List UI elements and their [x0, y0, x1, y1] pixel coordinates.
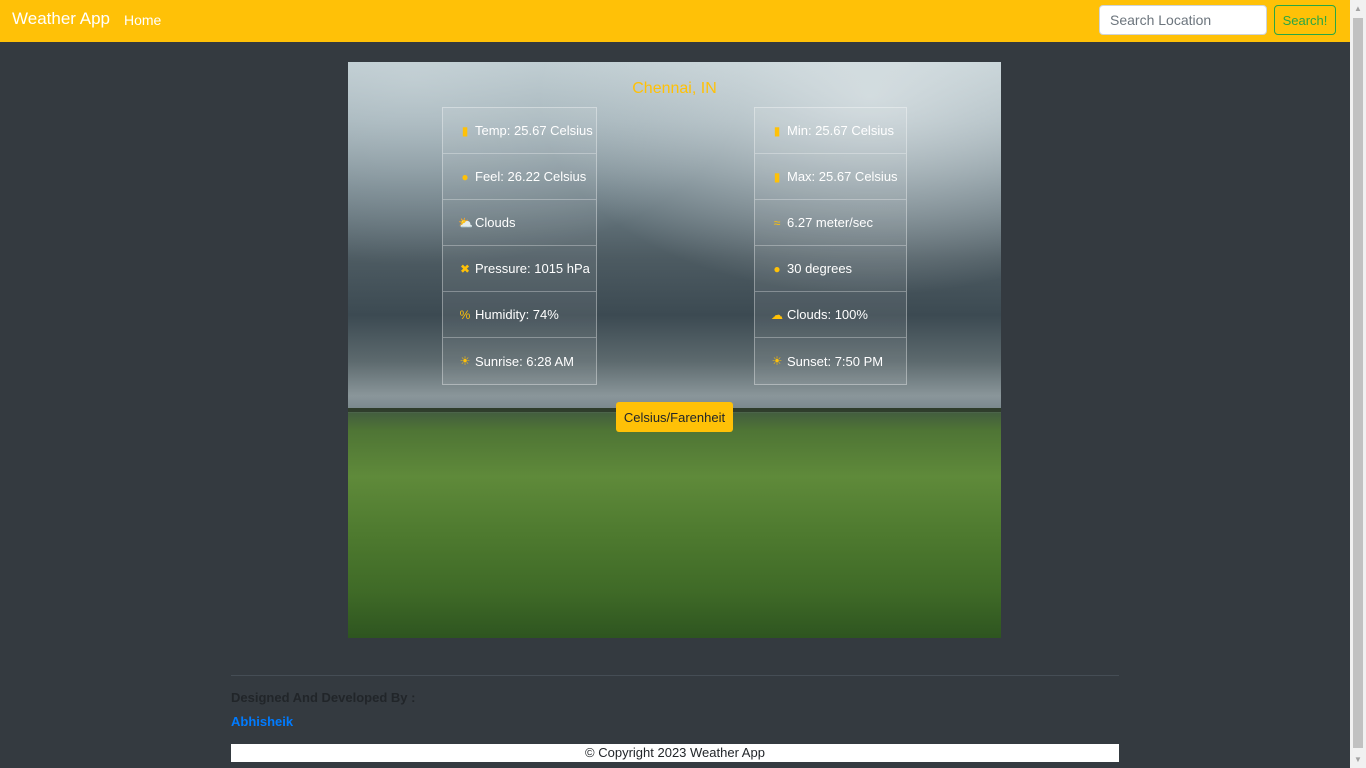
footer-credit: Designed And Developed By : — [231, 690, 416, 705]
stat-clouds-label: Clouds: 100% — [787, 307, 868, 322]
wind-icon: ≈ — [773, 215, 781, 230]
stat-pressure-label: Pressure: 1015 hPa — [475, 261, 590, 276]
sunrise-icon: ☀ — [459, 354, 471, 368]
stat-condition: ⛅ Clouds — [443, 200, 596, 246]
scroll-down-arrow-icon[interactable]: ▼ — [1350, 751, 1366, 768]
stat-condition-label: Clouds — [475, 215, 516, 230]
stat-temp: ▮ Temp: 25.67 Celsius — [443, 108, 596, 154]
sunset-icon: ☀ — [771, 354, 783, 368]
cloud-sun-icon: ⛅ — [458, 215, 473, 230]
stat-temp-label: Temp: 25.67 Celsius — [475, 123, 593, 138]
city-title: Chennai, IN — [632, 80, 717, 97]
stat-feel-label: Feel: 26.22 Celsius — [475, 169, 587, 184]
footer-divider — [231, 675, 1119, 676]
feels-like-icon: ● — [461, 169, 469, 184]
footer-author-link[interactable]: Abhisheik — [231, 714, 293, 729]
search-button[interactable]: Search! — [1274, 5, 1336, 35]
thermometer-icon: ▮ — [461, 123, 469, 138]
stat-clouds: ☁ Clouds: 100% — [755, 292, 906, 338]
scroll-thumb[interactable] — [1353, 18, 1363, 748]
stat-wind-label: 6.27 meter/sec — [787, 215, 873, 230]
stat-pressure: ✖ Pressure: 1015 hPa — [443, 246, 596, 292]
stat-sunset: ☀ Sunset: 7:50 PM — [755, 338, 906, 384]
temp-min-icon: ▮ — [773, 123, 781, 138]
brand-logo[interactable]: Weather App — [12, 9, 110, 29]
stat-direction: ● 30 degrees — [755, 246, 906, 292]
stat-sunrise-label: Sunrise: 6:28 AM — [475, 353, 574, 369]
stat-wind: ≈6.27 meter/sec — [755, 200, 906, 246]
unit-toggle-button[interactable]: Celsius/Farenheit — [616, 402, 733, 432]
percent-icon: % — [459, 307, 471, 322]
scroll-up-arrow-icon[interactable]: ▲ — [1350, 0, 1366, 17]
left-stats-list: ▮ Temp: 25.67 Celsius ● Feel: 26.22 Celsiu… — [442, 107, 597, 385]
compass-icon: ● — [773, 261, 781, 276]
navbar: Weather App Home Search! — [0, 0, 1350, 42]
stat-max: ▮ Max: 25.67 Celsius — [755, 154, 906, 200]
stat-max-label: Max: 25.67 Celsius — [787, 169, 898, 184]
weather-card: Chennai, IN ▮ Temp: 25.67 Celsius ● Feel: … — [348, 62, 1001, 638]
stat-sunset-label: Sunset: 7:50 PM — [787, 353, 884, 369]
stat-direction-label: 30 degrees — [787, 261, 853, 276]
temp-max-icon: ▮ — [773, 169, 781, 184]
search-input[interactable] — [1099, 5, 1267, 35]
stat-min: ▮ Min: 25.67 Celsius — [755, 108, 906, 154]
stat-feel: ● Feel: 26.22 Celsius — [443, 154, 596, 200]
nav-home-link[interactable]: Home — [124, 12, 161, 28]
stat-humidity: % Humidity: 74% — [443, 292, 596, 338]
cloud-icon: ☁ — [771, 307, 783, 322]
stat-min-label: Min: 25.67 Celsius — [787, 123, 894, 138]
right-stats-list: ▮ Min: 25.67 Celsius ▮ Max: 25.67 Celsius … — [754, 107, 907, 385]
copyright-bar: © Copyright 2023 Weather App — [231, 744, 1119, 762]
page-scrollbar[interactable]: ▲ ▼ — [1350, 0, 1366, 768]
stat-humidity-label: Humidity: 74% — [475, 307, 559, 322]
stat-sunrise: ☀ Sunrise: 6:28 AM — [443, 338, 596, 384]
pressure-icon: ✖ — [459, 261, 471, 276]
